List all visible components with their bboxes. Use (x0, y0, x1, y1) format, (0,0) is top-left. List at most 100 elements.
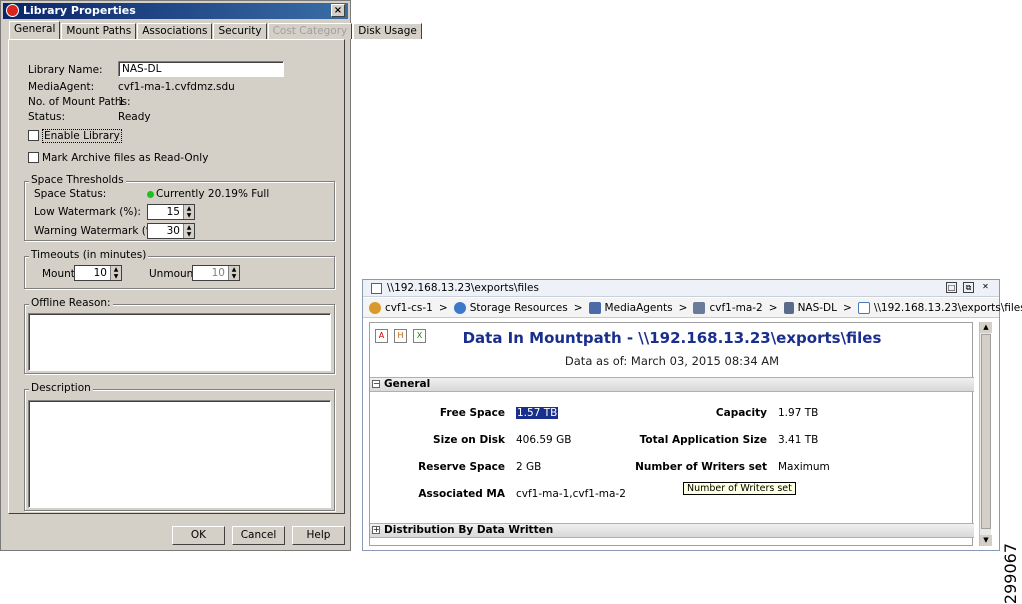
breadcrumb-item[interactable]: \\192.168.13.23\exports\files > (857, 301, 1022, 314)
spinner-arrows-icon[interactable]: ▲ ▼ (183, 224, 194, 238)
status-value: Ready (118, 111, 151, 123)
mark-archive-label[interactable]: Mark Archive files as Read-Only (42, 152, 208, 164)
report-title: Data In Mountpath - \\192.168.13.23\expo… (462, 329, 882, 347)
breadcrumb-label[interactable]: cvf1-ma-2 (709, 302, 762, 314)
dialog-titlebar[interactable]: Library Properties × (3, 3, 348, 19)
restore-icon[interactable]: ⧉ (963, 282, 974, 293)
chevron-right-icon: > (678, 301, 688, 314)
distribution-section-title: Distribution By Data Written (384, 524, 554, 536)
spinner-arrows-icon[interactable]: ▲ ▼ (228, 266, 239, 280)
reserve-space-value: 2 GB (516, 461, 542, 473)
low-watermark-value[interactable]: 15 (167, 206, 180, 218)
chevron-right-icon: > (573, 301, 583, 314)
reserve-space-label: Reserve Space (418, 461, 505, 473)
timeouts-group: Timeouts (in minutes) Mount: 10 ▲ ▼ Unmou… (24, 249, 335, 289)
free-space-value: 1.57 TB (516, 407, 559, 419)
report-content: A H X Data In Mountpath - \\192.168.13.2… (369, 322, 974, 546)
spinner-arrows-icon[interactable]: ▲ ▼ (110, 266, 121, 280)
vertical-scrollbar[interactable]: ▲ ▼ (979, 322, 992, 546)
mountpath-report-window: \\192.168.13.23\exports\files □ ⧉ ✕ cvf1… (362, 279, 1022, 551)
maximize-icon[interactable]: □ (946, 282, 957, 293)
unmount-timeout-value[interactable]: 10 (212, 267, 225, 279)
breadcrumb-label[interactable]: NAS-DL (798, 302, 837, 314)
tab-disk-usage[interactable]: Disk Usage (353, 23, 422, 39)
breadcrumb: cvf1-cs-1 > Storage Resources > MediaAge… (363, 298, 1022, 318)
mountpath-icon (857, 301, 870, 314)
general-tab-panel: Library Name: NAS-DL MediaAgent: cvf1-ma… (8, 39, 345, 514)
figure-id: 299067 (1001, 543, 1020, 604)
tab-associations[interactable]: Associations (137, 23, 213, 39)
enable-library-label[interactable]: Enable Library (42, 129, 122, 143)
distribution-section-header[interactable]: + Distribution By Data Written (370, 523, 974, 538)
warning-watermark-spinner[interactable]: 30 ▲ ▼ (147, 223, 195, 239)
general-section-title: General (384, 378, 431, 390)
breadcrumb-item[interactable]: cvf1-ma-2 > (693, 301, 783, 314)
cancel-button[interactable]: Cancel (232, 526, 285, 545)
storage-icon (453, 301, 466, 314)
scroll-thumb[interactable] (981, 334, 991, 529)
unmount-timeout-spinner[interactable]: 10 ▲ ▼ (192, 265, 240, 281)
report-subtitle: Data as of: March 03, 2015 08:34 AM (564, 354, 780, 368)
mount-timeout-spinner[interactable]: 10 ▲ ▼ (74, 265, 122, 281)
spinner-arrows-icon[interactable]: ▲ ▼ (183, 205, 194, 219)
offline-reason-group: Offline Reason: (24, 297, 335, 374)
app-icon (6, 4, 19, 17)
writers-tooltip: Number of Writers set (683, 482, 796, 495)
breadcrumb-label[interactable]: cvf1-cs-1 (385, 302, 433, 314)
warning-watermark-value[interactable]: 30 (167, 225, 180, 237)
breadcrumb-label[interactable]: Storage Resources (470, 302, 568, 314)
commcell-icon (369, 301, 381, 314)
low-watermark-spinner[interactable]: 15 ▲ ▼ (147, 204, 195, 220)
ok-button[interactable]: OK (172, 526, 225, 545)
mount-timeout-value[interactable]: 10 (94, 267, 107, 279)
description-label: Description (29, 382, 93, 394)
description-input[interactable] (28, 400, 331, 508)
mediaagent-icon (693, 301, 706, 314)
media-agent-label: MediaAgent: (28, 81, 95, 93)
offline-reason-input[interactable] (28, 313, 331, 371)
breadcrumb-item[interactable]: MediaAgents > (588, 301, 694, 314)
mountpath-icon (371, 283, 382, 294)
dialog-title: Library Properties (23, 4, 136, 17)
total-app-size-value: 3.41 TB (778, 434, 819, 446)
chevron-right-icon: > (768, 301, 778, 314)
tab-general[interactable]: General (9, 21, 61, 39)
writers-label: Number of Writers set (635, 461, 767, 473)
breadcrumb-item[interactable]: NAS-DL > (783, 301, 858, 314)
total-app-size-label: Total Application Size (639, 434, 767, 446)
space-status-label: Space Status: (34, 188, 107, 200)
library-name-label: Library Name: (28, 64, 103, 76)
scroll-up-icon[interactable]: ▲ (980, 322, 992, 333)
library-name-input[interactable]: NAS-DL (118, 61, 284, 77)
writers-value: Maximum (778, 461, 830, 473)
library-icon (783, 301, 794, 314)
report-window-header: \\192.168.13.23\exports\files □ ⧉ ✕ (363, 280, 999, 297)
expand-icon[interactable]: + (372, 526, 380, 534)
free-space-label: Free Space (439, 407, 505, 419)
collapse-icon[interactable]: − (372, 380, 380, 388)
breadcrumb-item[interactable]: Storage Resources > (453, 301, 589, 314)
window-controls: □ ⧉ ✕ (946, 282, 991, 293)
tab-security[interactable]: Security (213, 23, 267, 39)
mount-paths-label: No. of Mount Paths: (28, 96, 131, 108)
timeouts-title: Timeouts (in minutes) (29, 249, 149, 261)
close-button[interactable]: × (331, 4, 345, 17)
warning-watermark-label: Warning Watermark (%): (34, 225, 164, 237)
status-ok-icon (147, 191, 154, 198)
size-on-disk-value: 406.59 GB (516, 434, 572, 446)
close-icon[interactable]: ✕ (980, 282, 991, 293)
breadcrumb-label[interactable]: MediaAgents (605, 302, 673, 314)
enable-library-checkbox[interactable] (28, 130, 39, 141)
offline-reason-label: Offline Reason: (29, 297, 113, 309)
general-section-header[interactable]: − General (370, 377, 974, 392)
help-button[interactable]: Help (292, 526, 345, 545)
associated-ma-label: Associated MA (418, 488, 505, 500)
scroll-down-icon[interactable]: ▼ (980, 535, 992, 546)
associated-ma-value: cvf1-ma-1,cvf1-ma-2 (516, 488, 626, 500)
mark-archive-checkbox[interactable] (28, 152, 39, 163)
tab-mount-paths[interactable]: Mount Paths (61, 23, 137, 39)
chevron-right-icon: > (438, 301, 448, 314)
chevron-right-icon: > (843, 301, 852, 314)
breadcrumb-label[interactable]: \\192.168.13.23\exports\files (874, 302, 1022, 314)
breadcrumb-item[interactable]: cvf1-cs-1 > (369, 301, 454, 314)
